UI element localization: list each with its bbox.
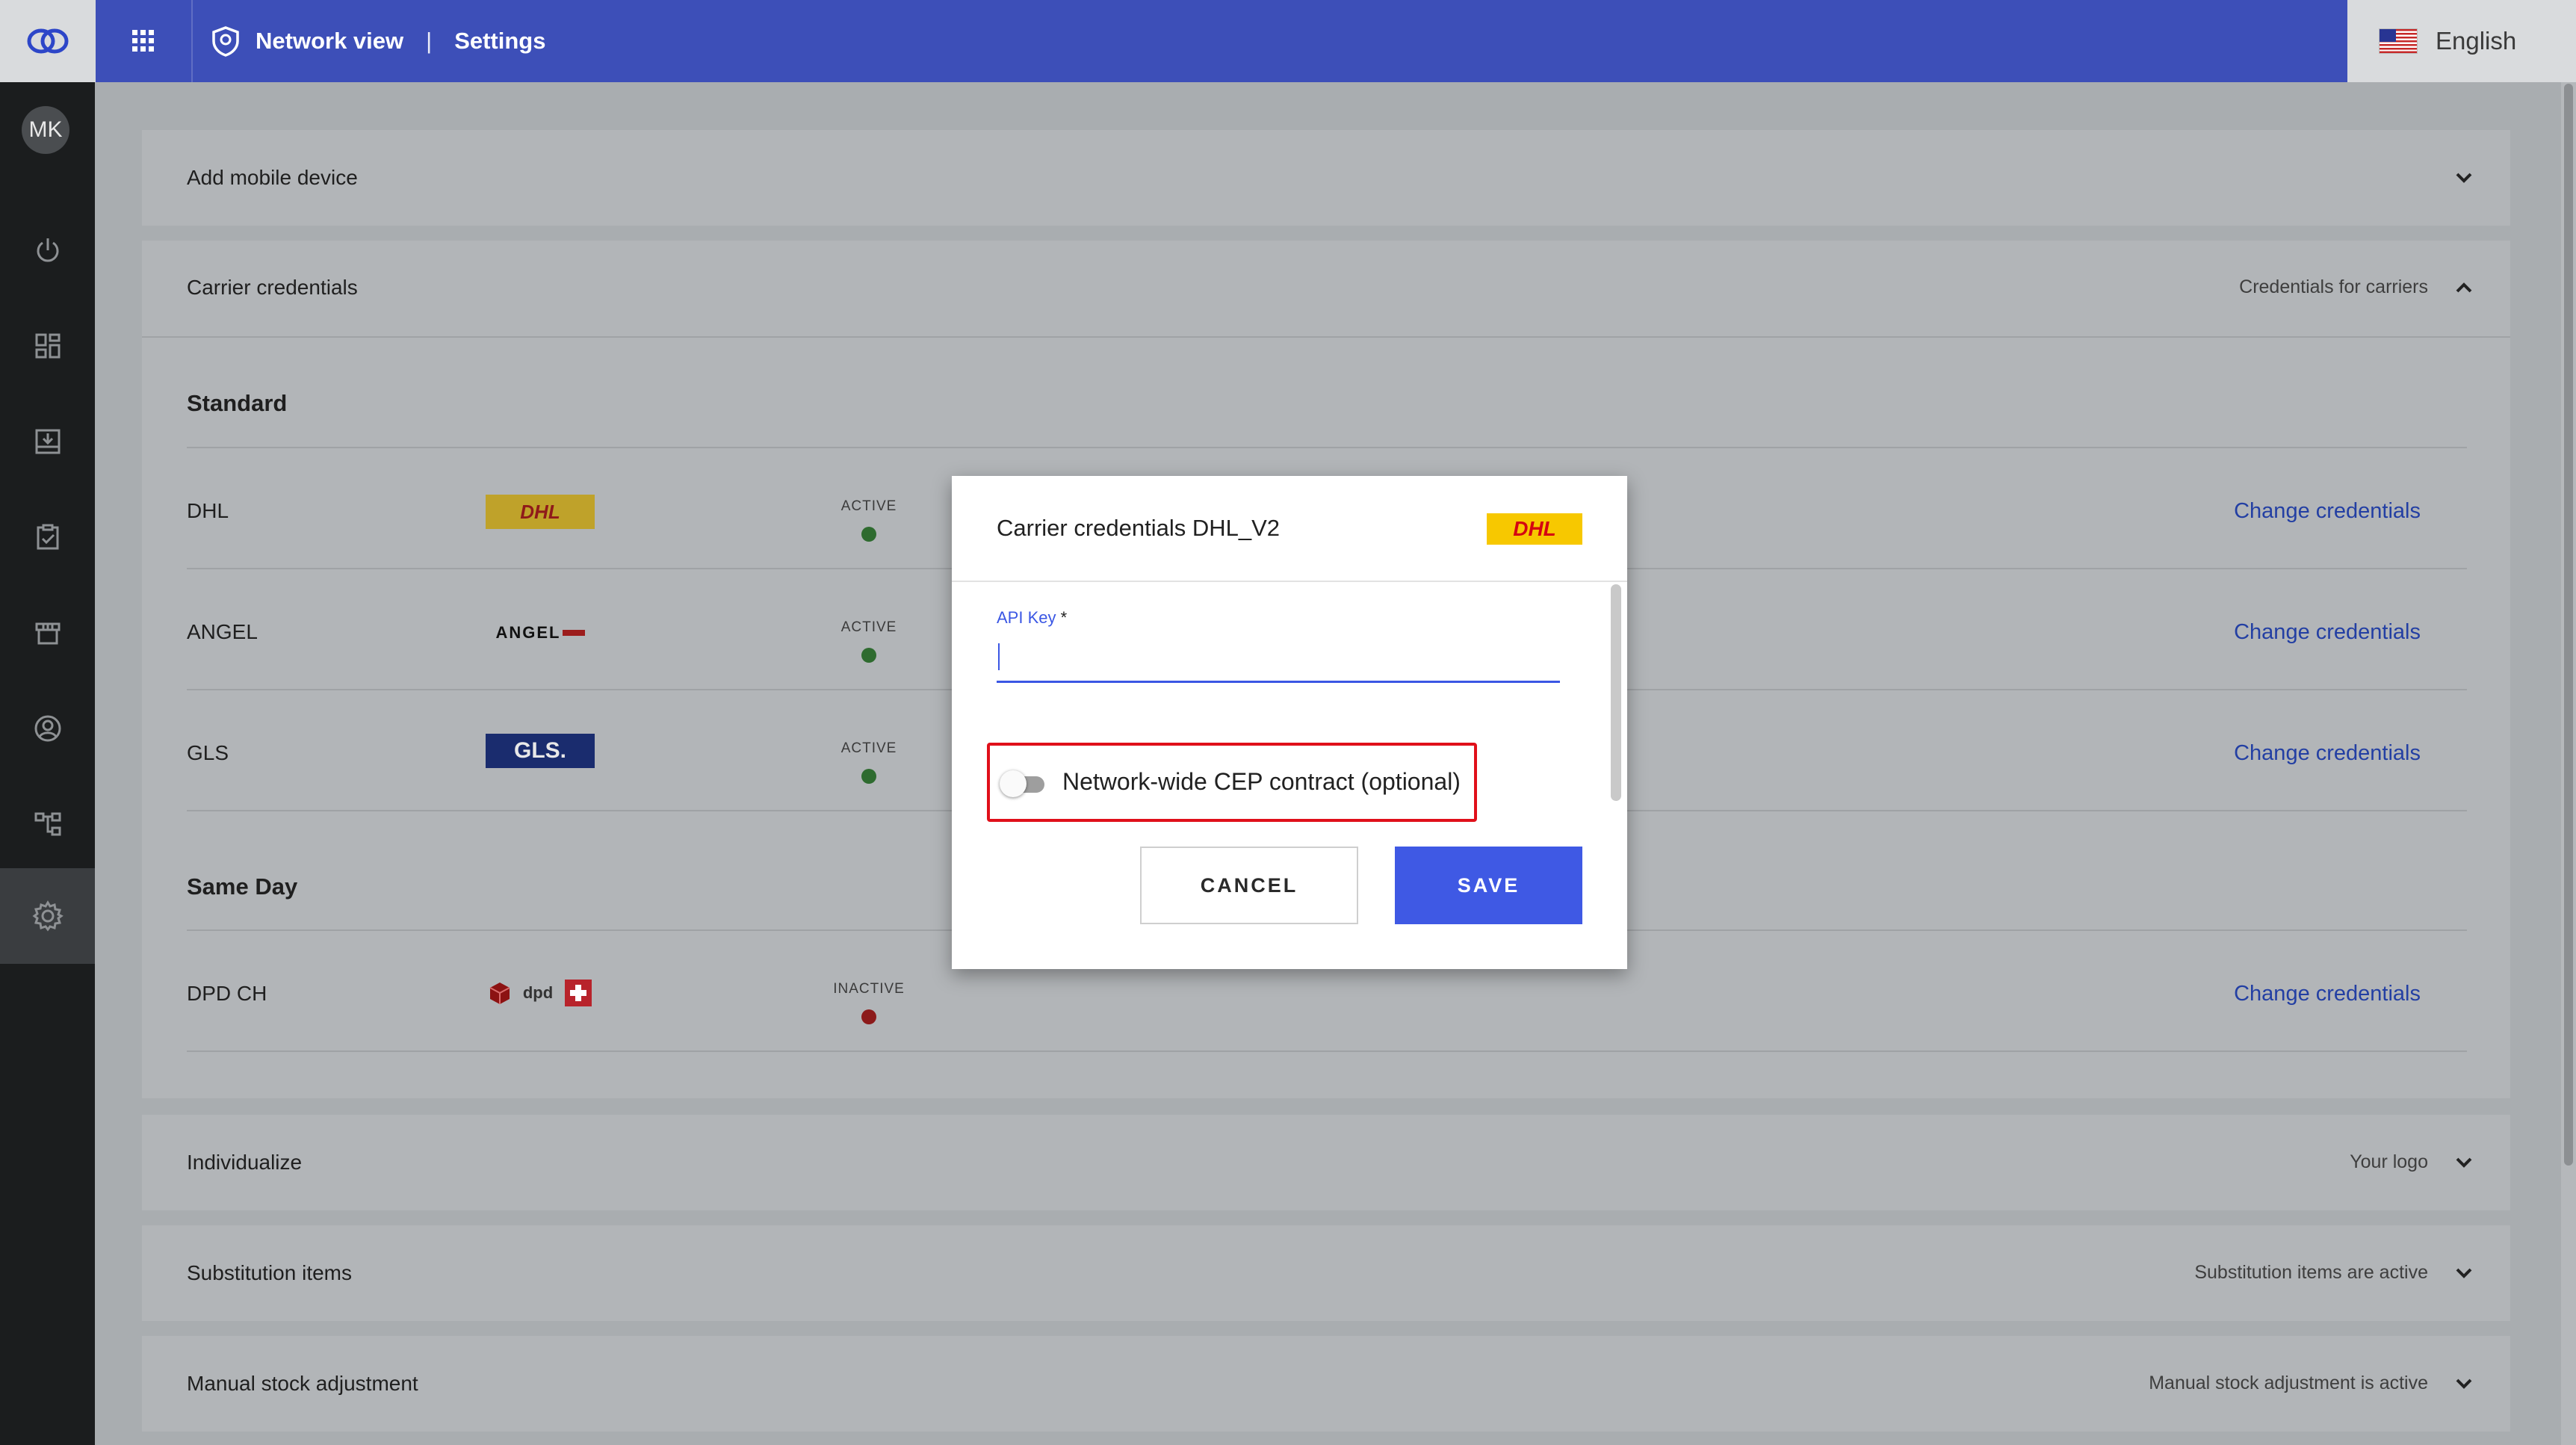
carrier-credentials-dialog: Carrier credentials DHL_V2 DHL API Key *… <box>952 476 1627 969</box>
change-credentials-link-dpd-ch[interactable]: Change credentials <box>2234 982 2421 1006</box>
account-circle-icon <box>34 715 61 742</box>
clipboard-check-icon <box>37 524 58 550</box>
chevron-down-icon[interactable] <box>2449 163 2479 193</box>
dialog-header: Carrier credentials DHL_V2 DHL <box>952 476 1627 582</box>
store-icon <box>35 622 60 645</box>
dhl-logo: DHL <box>1487 513 1582 545</box>
status-label: ACTIVE <box>840 740 897 756</box>
us-flag-icon <box>2379 28 2418 54</box>
dpd-cube-icon <box>489 983 510 1004</box>
panel-substitution-items[interactable]: Substitution items Substitution items ar… <box>142 1225 2510 1321</box>
page-scrollbar-thumb[interactable] <box>2564 84 2573 1166</box>
breadcrumb-settings: Settings <box>454 28 546 54</box>
dhl-logo-text: DHL <box>520 500 560 523</box>
cep-contract-toggle[interactable] <box>1000 770 1046 797</box>
dashboard-icon <box>35 333 60 359</box>
dpd-logo: dpd <box>486 976 595 1010</box>
panel-add-mobile-device[interactable]: Add mobile device <box>142 130 2510 226</box>
network-shield-icon <box>212 26 239 57</box>
status-label: INACTIVE <box>833 981 905 997</box>
angel-logo-stripe <box>562 630 585 636</box>
carrier-name: DPD CH <box>187 982 267 1005</box>
status-label: ACTIVE <box>840 498 897 514</box>
breadcrumb: Network view | Settings <box>209 0 545 82</box>
hierarchy-icon <box>34 812 61 836</box>
section-same-day: Same Day <box>187 873 298 900</box>
section-standard: Standard <box>187 390 288 416</box>
grid-apps-icon <box>132 30 154 52</box>
breadcrumb-network-view[interactable]: Network view <box>256 28 403 55</box>
carrier-name: GLS <box>187 741 229 764</box>
panel-info: Substitution items are active <box>2194 1262 2428 1283</box>
gls-logo: GLS. <box>486 734 595 768</box>
status-dot <box>861 769 876 784</box>
panel-manual-stock-adjustment[interactable]: Manual stock adjustment Manual stock adj… <box>142 1336 2510 1432</box>
sidebar-item-tasks[interactable] <box>0 496 95 578</box>
change-credentials-link-angel[interactable]: Change credentials <box>2234 620 2421 645</box>
cancel-button[interactable]: CANCEL <box>1140 847 1358 924</box>
breadcrumb-separator: | <box>426 28 433 54</box>
chevron-down-icon[interactable] <box>2449 1369 2479 1399</box>
panel-title[interactable]: Carrier credentials <box>187 276 358 300</box>
panel-info: Credentials for carriers <box>2239 276 2428 297</box>
dhl-logo-text: DHL <box>1513 517 1556 540</box>
panel-title: Add mobile device <box>187 166 358 189</box>
panel-title: Individualize <box>187 1151 303 1174</box>
chevron-down-icon[interactable] <box>2449 1258 2479 1288</box>
status-dot <box>861 1009 876 1024</box>
sidebar-item-settings[interactable] <box>0 868 95 964</box>
sidebar-item-account[interactable] <box>0 687 95 770</box>
panel-title: Manual stock adjustment <box>187 1372 418 1395</box>
divider <box>142 336 2510 338</box>
toggle-knob <box>1000 770 1027 797</box>
language-selector[interactable]: English <box>2347 0 2576 82</box>
sidebar-item-network[interactable] <box>0 783 95 865</box>
panel-individualize[interactable]: Individualize Your logo <box>142 1115 2510 1210</box>
top-bar: Network view | Settings English <box>0 0 2576 82</box>
required-marker: * <box>1060 608 1068 627</box>
sidebar: MK <box>0 82 95 1445</box>
sidebar-item-inbox[interactable] <box>0 400 95 483</box>
app-logo[interactable] <box>0 0 96 82</box>
dialog-scrollbar[interactable] <box>1611 584 1621 801</box>
angel-logo: ANGEL <box>486 616 595 650</box>
change-credentials-link-dhl[interactable]: Change credentials <box>2234 499 2421 524</box>
dpd-logo-text: dpd <box>522 983 554 1002</box>
text-cursor <box>998 643 1000 670</box>
api-key-input[interactable] <box>997 634 1560 683</box>
panel-info: Manual stock adjustment is active <box>2149 1373 2428 1393</box>
gear-icon <box>32 900 64 932</box>
panel-title: Substitution items <box>187 1261 352 1284</box>
inbox-download-icon <box>35 429 60 454</box>
status-label: ACTIVE <box>840 619 897 635</box>
chevron-down-icon[interactable] <box>2449 1148 2479 1178</box>
angel-logo-text: ANGEL <box>495 623 561 642</box>
status-dot <box>861 648 876 663</box>
api-key-label: API Key * <box>997 608 1067 628</box>
chevron-up-icon[interactable] <box>2449 273 2479 303</box>
apps-menu-button[interactable] <box>96 0 193 82</box>
dialog-title: Carrier credentials DHL_V2 <box>997 515 1281 541</box>
sidebar-item-dashboard[interactable] <box>0 305 95 387</box>
panel-info: Your logo <box>2350 1151 2428 1172</box>
swiss-flag-icon <box>564 980 592 1006</box>
carrier-name: DHL <box>187 499 229 522</box>
carrier-name: ANGEL <box>187 620 258 643</box>
sidebar-item-power[interactable] <box>0 209 95 291</box>
avatar[interactable]: MK <box>22 106 69 154</box>
dhl-logo: DHL <box>486 495 595 529</box>
power-icon <box>37 238 58 262</box>
change-credentials-link-gls[interactable]: Change credentials <box>2234 741 2421 766</box>
api-key-label-text: API Key <box>997 608 1056 627</box>
gls-logo-text: GLS. <box>513 738 566 763</box>
divider <box>187 1051 2467 1052</box>
app-logo-icon <box>27 28 69 54</box>
sidebar-item-store[interactable] <box>0 592 95 674</box>
save-button[interactable]: SAVE <box>1395 847 1582 924</box>
status-dot <box>861 527 876 542</box>
divider <box>187 447 2467 448</box>
cep-contract-label[interactable]: Network-wide CEP contract (optional) <box>1062 768 1461 796</box>
language-label: English <box>2436 27 2517 55</box>
